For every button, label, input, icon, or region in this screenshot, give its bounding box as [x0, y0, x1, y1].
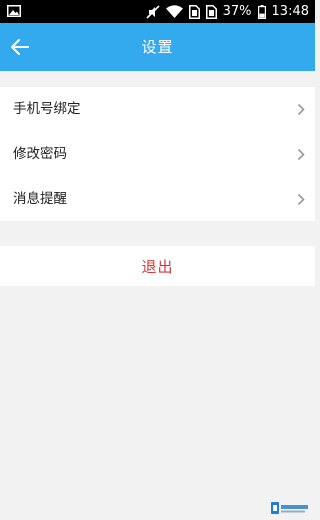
settings-item-label: 修改密码 [13, 146, 67, 162]
settings-item-label: 消息提醒 [13, 191, 67, 207]
settings-list: 手机号绑定 修改密码 消息提醒 [0, 87, 315, 221]
settings-item-change-password[interactable]: 修改密码 [0, 132, 315, 177]
logout-label: 退出 [141, 258, 174, 276]
status-bar: 37% 13:48 [0, 0, 315, 23]
status-time: 13:48 [271, 4, 309, 19]
battery-icon [257, 4, 266, 19]
logout-button[interactable]: 退出 [0, 246, 315, 286]
settings-item-label: 手机号绑定 [13, 101, 81, 117]
chevron-right-icon [297, 148, 305, 161]
wifi-icon [165, 5, 183, 18]
chevron-right-icon [297, 103, 305, 116]
image-icon [7, 5, 21, 17]
app-header: 设置 [0, 23, 315, 71]
mute-icon [146, 4, 160, 19]
settings-item-phone-binding[interactable]: 手机号绑定 [0, 87, 315, 132]
settings-item-notifications[interactable]: 消息提醒 [0, 177, 315, 222]
sim-icon [188, 4, 200, 19]
sim-icon [205, 4, 217, 19]
chevron-right-icon [297, 193, 305, 206]
page-title: 设置 [141, 38, 174, 56]
battery-percent: 37% [222, 4, 252, 19]
logo-icon [271, 502, 308, 514]
